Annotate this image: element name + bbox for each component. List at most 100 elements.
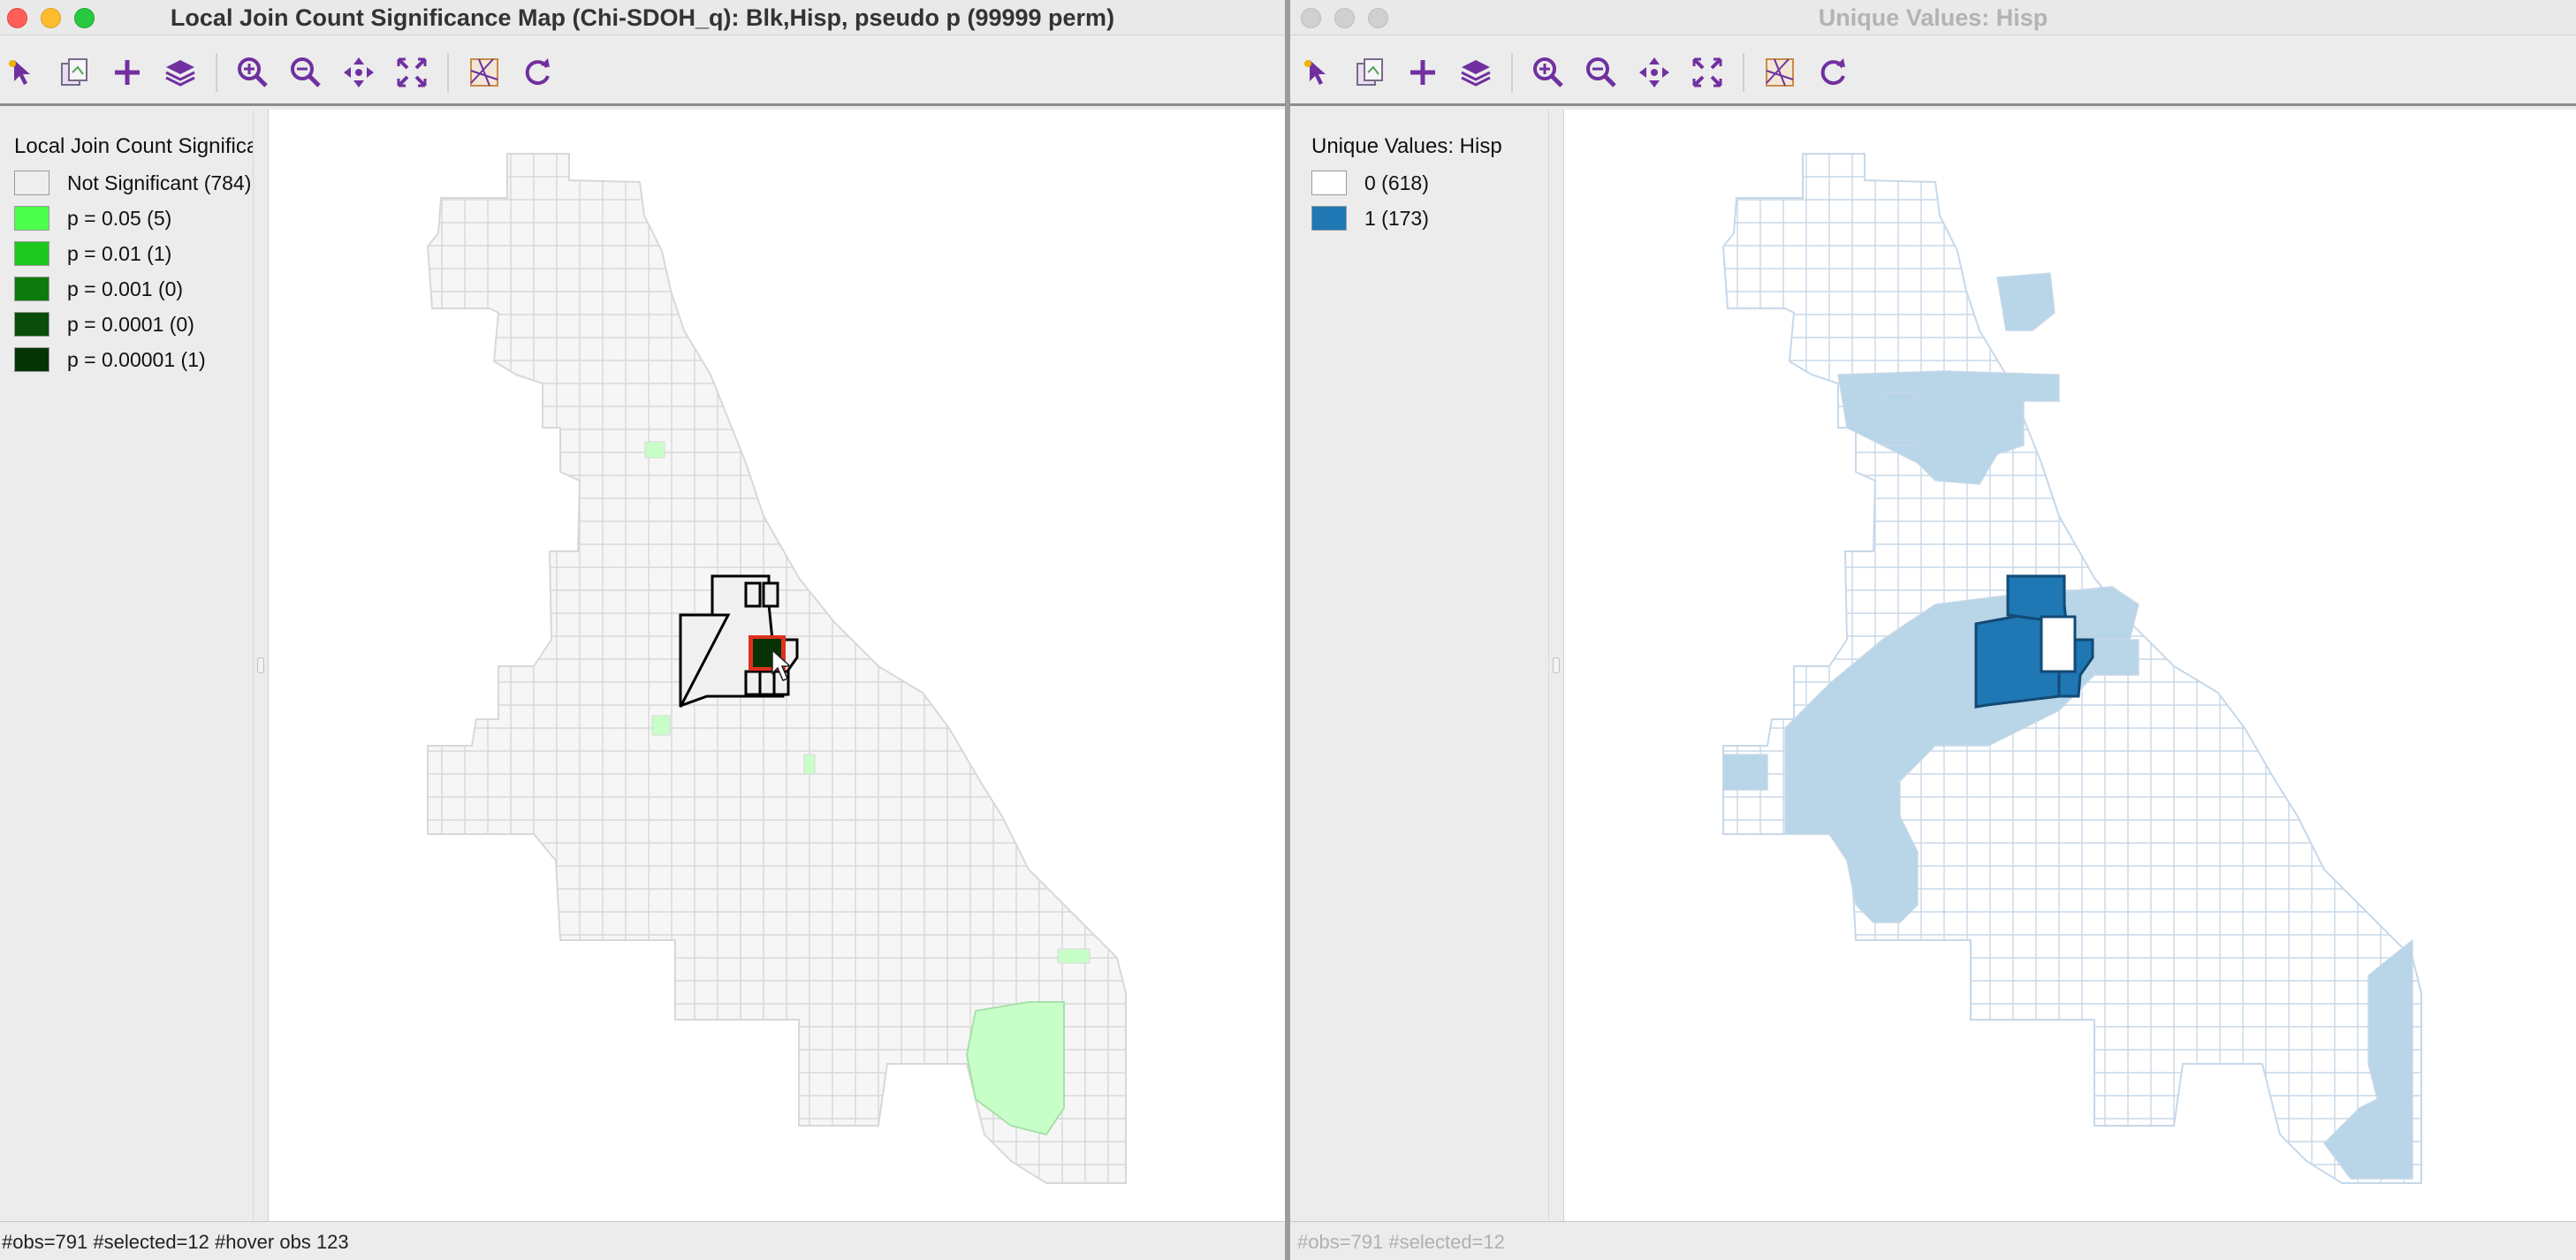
- legend-panel: Unique Values: Hisp 0 (618) 1 (173): [1290, 110, 1548, 1221]
- basemap-icon: [1766, 58, 1794, 87]
- zoom-out-icon: [1586, 57, 1616, 87]
- selected-tract[interactable]: [758, 670, 776, 696]
- toolbar-separator: [1743, 53, 1744, 92]
- significant-tract[interactable]: [803, 754, 816, 775]
- legend-item[interactable]: p = 0.0001 (0): [14, 311, 194, 338]
- legend-item[interactable]: p = 0.05 (5): [14, 205, 171, 232]
- selected-tract[interactable]: [762, 581, 779, 608]
- legend-title: Unique Values: Hisp: [1311, 134, 1502, 158]
- pan-icon: [1639, 57, 1669, 87]
- legend-panel: Local Join Count Significance Not Signif…: [0, 110, 253, 1221]
- zoom-out-button[interactable]: [286, 53, 325, 92]
- layers-button[interactable]: [1456, 53, 1495, 92]
- legend-swatch: [14, 277, 49, 301]
- legend-label: Not Significant (784): [67, 171, 252, 194]
- fit-extent-icon: [1692, 57, 1722, 87]
- map-toolbar: [1290, 35, 2576, 106]
- legend-item[interactable]: Not Significant (784): [14, 170, 251, 196]
- panel-splitter[interactable]: [1548, 110, 1564, 1221]
- toolbar-separator: [1511, 53, 1513, 92]
- legend-label: p = 0.01 (1): [67, 241, 172, 265]
- significant-tract[interactable]: [644, 441, 665, 459]
- hisp-tract[interactable]: [1996, 272, 2055, 331]
- zoom-out-button[interactable]: [1582, 53, 1621, 92]
- map-toolbar: [0, 35, 1285, 106]
- legend-title: Local Join Count Significance: [14, 134, 253, 158]
- legend-item[interactable]: p = 0.00001 (1): [14, 346, 206, 373]
- hisp-tract[interactable]: [1881, 391, 1919, 446]
- fit-extent-button[interactable]: [392, 53, 431, 92]
- basemap-icon: [470, 58, 498, 87]
- toolbar-separator: [447, 53, 449, 92]
- significant-tract[interactable]: [651, 715, 671, 736]
- zoom-in-icon: [1533, 57, 1563, 87]
- legend-item[interactable]: p = 0.001 (0): [14, 276, 183, 302]
- legend-label: p = 0.05 (5): [67, 206, 172, 230]
- window-title: Local Join Count Significance Map (Chi-S…: [170, 4, 1115, 31]
- unique-values-map-window: Unique Values: Hisp Unique Values: Hisp …: [1290, 0, 2576, 1260]
- pan-button[interactable]: [1635, 53, 1674, 92]
- select-tool-button[interactable]: [2, 53, 41, 92]
- selected-tract[interactable]: [744, 581, 762, 608]
- legend-swatch: [14, 347, 49, 372]
- panel-splitter[interactable]: [253, 110, 269, 1221]
- legend-label: p = 0.001 (0): [67, 277, 184, 300]
- zoom-out-icon: [291, 57, 321, 87]
- selected-tract[interactable]: [744, 670, 762, 696]
- status-bar: #obs=791 #selected=12: [1290, 1221, 2576, 1260]
- legend-label: p = 0.00001 (1): [67, 347, 206, 371]
- select-arrow-icon: [9, 60, 30, 85]
- refresh-button[interactable]: [1813, 53, 1852, 92]
- copy-image-button[interactable]: [55, 53, 94, 92]
- layers-icon: [165, 60, 195, 87]
- add-layer-icon: [1410, 60, 1435, 85]
- legend-label: 1 (173): [1364, 206, 1429, 230]
- add-layer-button[interactable]: [108, 53, 147, 92]
- significant-tract[interactable]: [1057, 948, 1090, 964]
- legend-item[interactable]: 1 (173): [1311, 205, 1429, 232]
- pan-icon: [344, 57, 374, 87]
- status-text: #obs=791 #selected=12 #hover obs 123: [2, 1231, 349, 1253]
- window-title: Unique Values: Hisp: [1818, 4, 2048, 31]
- legend-item[interactable]: p = 0.01 (1): [14, 240, 171, 267]
- splitter-handle[interactable]: [257, 657, 264, 673]
- copy-image-button[interactable]: [1350, 53, 1389, 92]
- status-text: #obs=791 #selected=12: [1297, 1231, 1505, 1253]
- legend-swatch: [1311, 171, 1347, 195]
- legend-label: 0 (618): [1364, 171, 1429, 194]
- fit-extent-icon: [397, 57, 427, 87]
- zoom-in-icon: [238, 57, 268, 87]
- legend-label: p = 0.0001 (0): [67, 312, 194, 336]
- basemap-button[interactable]: [465, 53, 504, 92]
- zoom-in-button[interactable]: [1529, 53, 1568, 92]
- legend-item[interactable]: 0 (618): [1311, 170, 1429, 196]
- hisp-tract[interactable]: [1722, 754, 1768, 791]
- select-tool-button[interactable]: [1297, 53, 1336, 92]
- map-canvas[interactable]: [1564, 110, 2576, 1221]
- layers-button[interactable]: [161, 53, 200, 92]
- legend-swatch: [14, 206, 49, 231]
- refresh-icon: [525, 58, 550, 86]
- unique-values-map[interactable]: [1564, 110, 2576, 1221]
- layers-icon: [1461, 60, 1491, 87]
- hovered-tract[interactable]: [2040, 615, 2077, 673]
- fit-extent-button[interactable]: [1688, 53, 1727, 92]
- map-canvas[interactable]: [269, 110, 1285, 1221]
- basemap-button[interactable]: [1760, 53, 1799, 92]
- title-bar[interactable]: Local Join Count Significance Map (Chi-S…: [0, 0, 1285, 35]
- splitter-handle[interactable]: [1553, 657, 1560, 673]
- status-bar: #obs=791 #selected=12 #hover obs 123: [0, 1221, 1285, 1260]
- legend-swatch: [1311, 206, 1347, 231]
- add-layer-icon: [115, 60, 140, 85]
- copy-image-icon: [1356, 58, 1383, 86]
- legend-swatch: [14, 241, 49, 266]
- toolbar-separator: [216, 53, 217, 92]
- refresh-icon: [1820, 58, 1845, 86]
- zoom-in-button[interactable]: [233, 53, 272, 92]
- pan-button[interactable]: [339, 53, 378, 92]
- significance-map[interactable]: [269, 110, 1285, 1221]
- significance-map-window: Local Join Count Significance Map (Chi-S…: [0, 0, 1285, 1260]
- refresh-button[interactable]: [518, 53, 557, 92]
- title-bar[interactable]: Unique Values: Hisp: [1290, 0, 2576, 35]
- add-layer-button[interactable]: [1403, 53, 1442, 92]
